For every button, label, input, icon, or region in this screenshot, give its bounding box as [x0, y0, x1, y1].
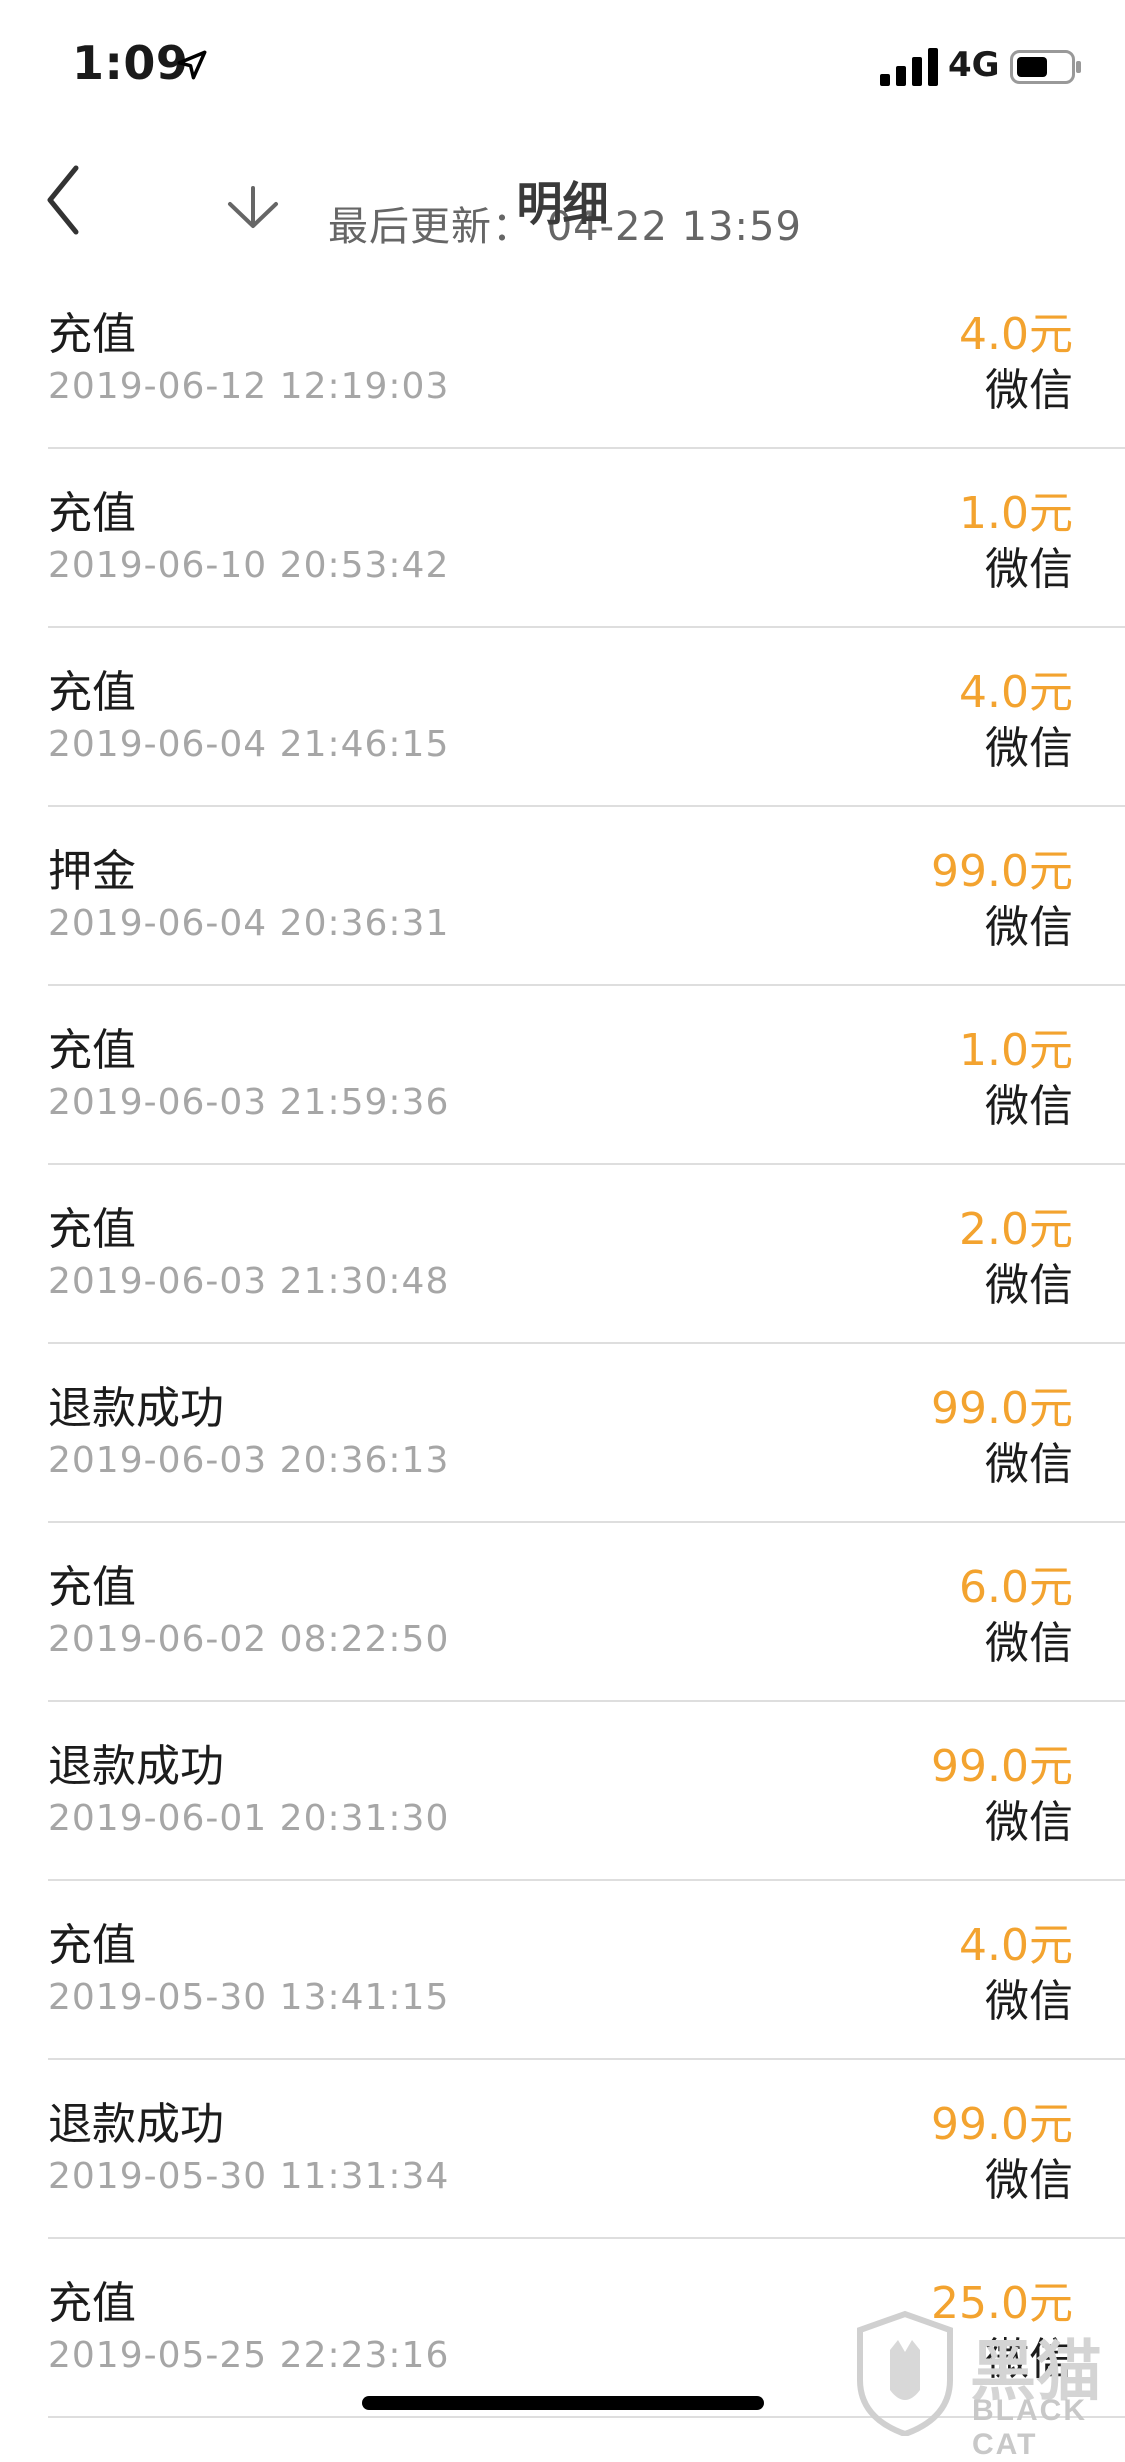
- payment-method: 微信: [985, 1260, 1073, 1311]
- transaction-amount: 99.0元: [931, 2099, 1073, 2150]
- transaction-time: 2019-06-04 21:46:15: [48, 724, 450, 765]
- transaction-type: 充值: [48, 488, 136, 539]
- payment-method: 微信: [985, 1618, 1073, 1669]
- transaction-time: 2019-06-03 20:36:13: [48, 1440, 450, 1481]
- transaction-type: 押金: [48, 846, 136, 897]
- transaction-time: 2019-05-25 22:23:16: [48, 2335, 450, 2376]
- transaction-amount: 4.0元: [959, 667, 1073, 718]
- transaction-row[interactable]: 充值 2019-06-02 08:22:50 6.0元 微信: [0, 1523, 1125, 1702]
- payment-method: 微信: [985, 1797, 1073, 1848]
- watermark-text: BLACK CAT: [972, 2394, 1087, 2461]
- payment-method: 微信: [985, 2155, 1073, 2206]
- nav-bar: 最后更新： 04-22 13:59 明细: [0, 140, 1125, 270]
- transaction-amount: 2.0元: [959, 1204, 1073, 1255]
- transaction-type: 充值: [48, 1920, 136, 1971]
- transaction-time: 2019-06-01 20:31:30: [48, 1798, 450, 1839]
- transaction-type: 充值: [48, 2278, 136, 2329]
- transaction-time: 2019-06-03 21:59:36: [48, 1082, 450, 1123]
- payment-method: 微信: [985, 723, 1073, 774]
- transaction-type: 退款成功: [48, 1383, 224, 1434]
- transaction-amount: 1.0元: [959, 1025, 1073, 1076]
- transaction-time: 2019-05-30 13:41:15: [48, 1977, 450, 2018]
- transaction-row[interactable]: 充值 2019-06-03 21:30:48 2.0元 微信: [0, 1165, 1125, 1344]
- signal-bars-icon: [880, 48, 938, 86]
- transaction-amount: 4.0元: [959, 309, 1073, 360]
- payment-method: 微信: [985, 902, 1073, 953]
- transaction-type: 充值: [48, 667, 136, 718]
- transaction-row[interactable]: 充值 2019-06-10 20:53:42 1.0元 微信: [0, 449, 1125, 628]
- transaction-row[interactable]: 充值 2019-06-03 21:59:36 1.0元 微信: [0, 986, 1125, 1165]
- network-type: 4G: [948, 45, 1000, 85]
- transaction-amount: 6.0元: [959, 1562, 1073, 1613]
- black-cat-watermark: 黑猫 BLACK CAT: [850, 2310, 1125, 2461]
- payment-method: 微信: [985, 1081, 1073, 1132]
- location-arrow-icon: [177, 50, 207, 80]
- battery-icon: [1010, 50, 1081, 84]
- transaction-time: 2019-06-03 21:30:48: [48, 1261, 450, 1302]
- home-indicator[interactable]: [362, 2396, 764, 2410]
- payment-method: 微信: [985, 365, 1073, 416]
- transaction-row[interactable]: 退款成功 2019-05-30 11:31:34 99.0元 微信: [0, 2060, 1125, 2239]
- transaction-row[interactable]: 充值 2019-06-04 21:46:15 4.0元 微信: [0, 628, 1125, 807]
- payment-method: 微信: [985, 1439, 1073, 1490]
- transaction-type: 退款成功: [48, 2099, 224, 2150]
- payment-method: 微信: [985, 544, 1073, 595]
- transaction-time: 2019-06-12 12:19:03: [48, 366, 450, 407]
- cat-shield-icon: [857, 2310, 953, 2436]
- transaction-amount: 99.0元: [931, 1383, 1073, 1434]
- transaction-time: 2019-06-02 08:22:50: [48, 1619, 450, 1660]
- transaction-time: 2019-05-30 11:31:34: [48, 2156, 450, 2197]
- transaction-row[interactable]: 充值 2019-05-30 13:41:15 4.0元 微信: [0, 1881, 1125, 2060]
- status-time: 1:09: [72, 36, 189, 90]
- transaction-row[interactable]: 退款成功 2019-06-03 20:36:13 99.0元 微信: [0, 1344, 1125, 1523]
- transaction-list: 充值 2019-06-12 12:19:03 4.0元 微信 充值 2019-0…: [0, 270, 1125, 2418]
- transaction-amount: 99.0元: [931, 1741, 1073, 1792]
- transaction-amount: 99.0元: [931, 846, 1073, 897]
- transaction-row[interactable]: 押金 2019-06-04 20:36:31 99.0元 微信: [0, 807, 1125, 986]
- transaction-type: 充值: [48, 1204, 136, 1255]
- transaction-type: 充值: [48, 1025, 136, 1076]
- transaction-type: 退款成功: [48, 1741, 224, 1792]
- transaction-type: 充值: [48, 1562, 136, 1613]
- page-title: 明细: [516, 177, 609, 231]
- transaction-type: 充值: [48, 309, 136, 360]
- transaction-amount: 1.0元: [959, 488, 1073, 539]
- status-bar: 1:09 4G: [0, 0, 1125, 140]
- transaction-time: 2019-06-04 20:36:31: [48, 903, 450, 944]
- transaction-amount: 4.0元: [959, 1920, 1073, 1971]
- transaction-time: 2019-06-10 20:53:42: [48, 545, 450, 586]
- transaction-row[interactable]: 充值 2019-06-12 12:19:03 4.0元 微信: [0, 270, 1125, 449]
- payment-method: 微信: [985, 1976, 1073, 2027]
- transaction-row[interactable]: 退款成功 2019-06-01 20:31:30 99.0元 微信: [0, 1702, 1125, 1881]
